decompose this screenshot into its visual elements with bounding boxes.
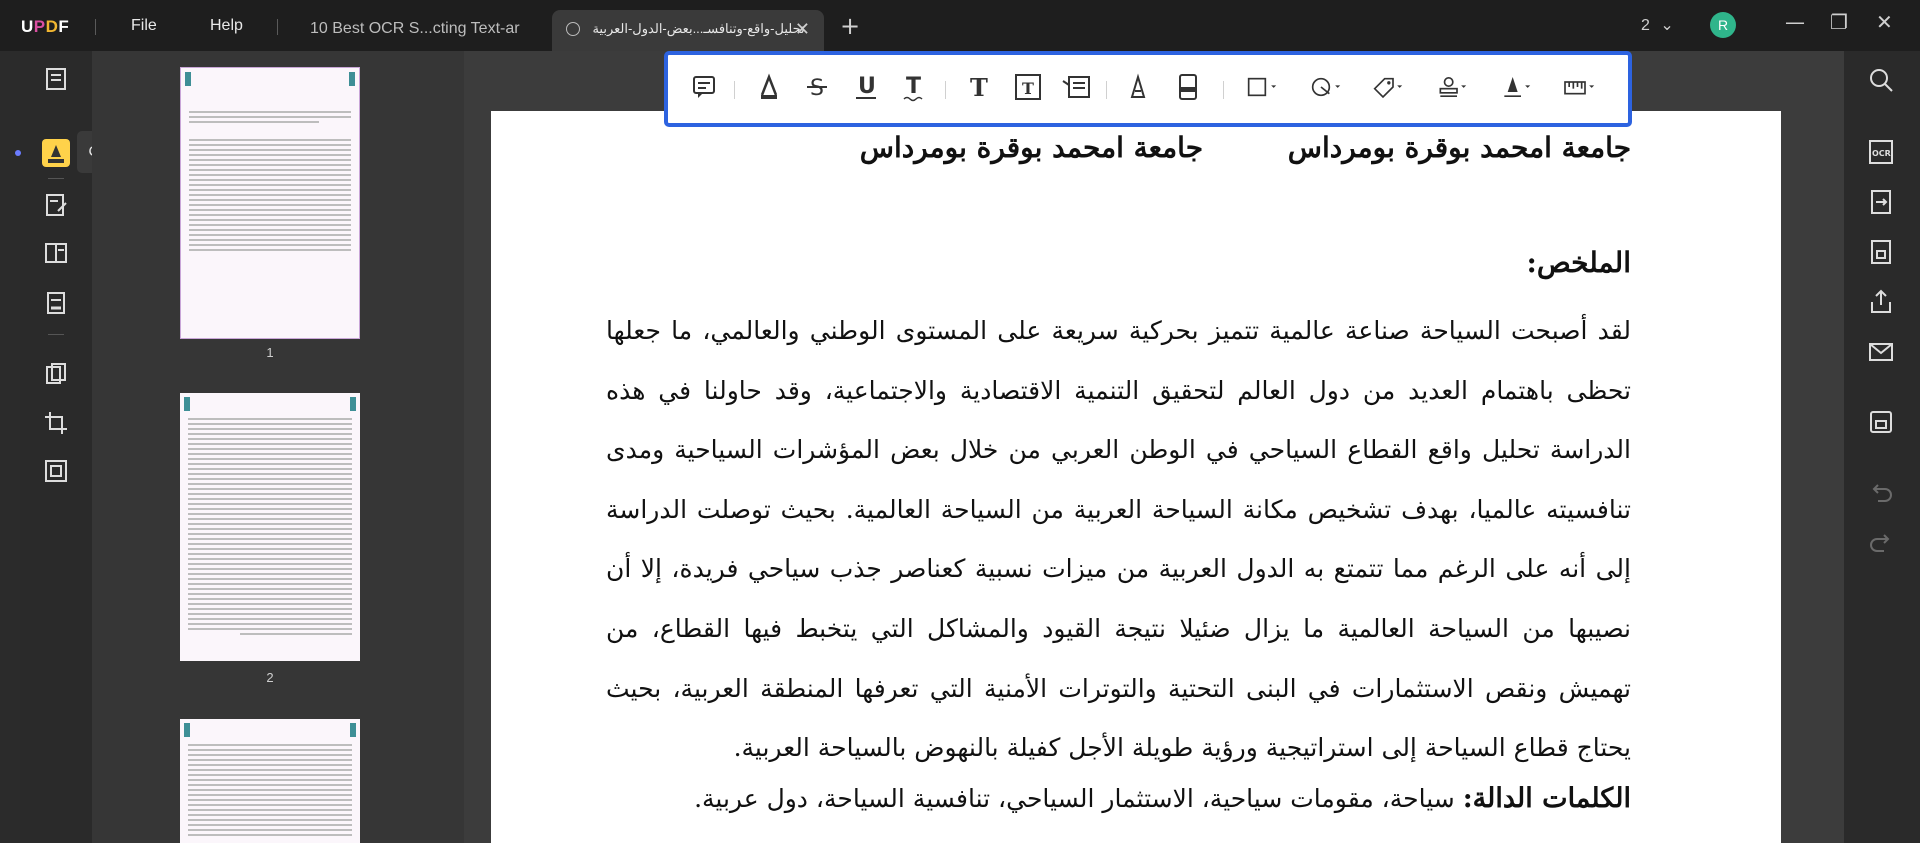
email-icon[interactable] [1866,337,1896,367]
measure-dropdown-icon[interactable] [1560,69,1608,105]
convert-pdf-icon[interactable] [1866,187,1896,217]
form-icon[interactable] [42,239,70,267]
svg-text:S: S [810,76,824,101]
pdf-page: جامعة امحمد بوقرة بومرداس جامعة امحمد بو… [491,111,1781,843]
keywords-line: الكلمات الدالة: سياحة، مقومات سياحية، ال… [694,783,1631,814]
avatar[interactable]: R [1710,12,1736,38]
tab-label: تحليل-واقع-وتنافسـ...بعض-الدول-العربية [592,21,805,36]
share-icon[interactable] [1866,287,1896,317]
organize-pages-icon[interactable] [42,361,70,389]
chevron-down-icon: ⌄ [1660,17,1674,34]
page-thumbnail-3[interactable] [180,719,360,843]
page-tools-icon[interactable] [42,457,70,485]
strikethrough-icon[interactable]: S [797,69,837,105]
text-callout-icon[interactable] [1057,69,1097,105]
divider [1223,81,1224,99]
thumb-accent [185,72,191,86]
undo-icon[interactable] [1866,477,1896,507]
shape-dropdown-icon[interactable] [1242,69,1290,105]
divider [1106,81,1107,99]
sticker-dropdown-icon[interactable] [1368,69,1416,105]
restore-button[interactable]: ❐ [1830,10,1848,34]
divider [277,19,278,35]
thumb-accent [350,723,356,737]
eraser-icon[interactable] [1168,69,1208,105]
comment-toolbar: S U T T T [664,51,1632,127]
active-indicator [15,150,21,156]
thumbnail-panel: 1 2 [92,51,464,843]
university-name-left: جامعة امحمد بوقرة بومرداس [859,131,1203,164]
divider [48,178,64,179]
minimize-button[interactable]: — [1785,10,1805,34]
menu-help[interactable]: Help [210,17,243,35]
close-tab-icon[interactable]: ✕ [795,19,810,40]
updf-logo: UPDF [21,17,70,36]
page-thumbnail-2[interactable] [180,393,360,661]
fill-sign-icon[interactable] [42,289,70,317]
redo-icon[interactable] [1866,527,1896,557]
signature-dropdown-icon[interactable] [1496,69,1544,105]
ocr-icon[interactable]: OCR [1866,137,1896,167]
pencil-icon[interactable] [1118,69,1158,105]
new-tab-button[interactable]: + [840,12,860,40]
keywords-text: سياحة، مقومات سياحية، الاستثمار السياحي،… [694,784,1455,813]
tab-ocr-article[interactable]: 10 Best OCR S...cting Text-ar [296,10,551,51]
keywords-label: الكلمات الدالة: [1462,783,1631,814]
divider [48,334,64,335]
thumbnail-page-number: 2 [266,670,274,685]
save-icon[interactable] [1866,407,1896,437]
protect-pdf-icon[interactable] [1866,237,1896,267]
comment-tool-icon[interactable] [42,139,70,167]
page-count-dropdown[interactable]: 2 ⌄ [1641,15,1674,35]
edit-pdf-icon[interactable] [42,191,70,219]
title-bar: UPDF File Help 10 Best OCR S...cting Tex… [0,0,1920,51]
abstract-heading: الملخص: [1526,246,1631,279]
thumb-accent [184,723,190,737]
university-name-right: جامعة امحمد بوقرة بومرداس [1287,131,1631,164]
divider [945,81,946,99]
thumb-accent [350,397,356,411]
abstract-text: لقد أصبحت السياحة صناعة عالمية تتميز بحر… [606,316,1631,763]
stamp-dropdown-icon[interactable] [1432,69,1480,105]
menu-file[interactable]: File [131,17,157,35]
search-icon[interactable] [1866,65,1896,95]
highlight-icon[interactable] [749,69,789,105]
pdf-file-icon [566,21,580,36]
close-window-button[interactable]: ✕ [1876,10,1893,34]
right-toolbar: OCR [1844,51,1920,843]
reader-mode-icon[interactable] [42,65,70,93]
svg-text:T: T [1022,79,1034,98]
svg-text:T: T [906,74,921,99]
text-icon[interactable]: T [959,69,999,105]
svg-text:OCR: OCR [1872,149,1891,158]
thumbnail-page-number: 1 [266,345,274,360]
thumb-accent [184,397,190,411]
page-count: 2 [1641,17,1650,34]
tab-arabic-document[interactable]: تحليل-واقع-وتنافسـ...بعض-الدول-العربية ✕ [552,10,824,51]
underline-icon[interactable]: U [846,69,886,105]
tab-label: 10 Best OCR S...cting Text-ar [310,20,520,37]
area-shape-dropdown-icon[interactable] [1306,69,1354,105]
note-comment-icon[interactable] [684,69,724,105]
crop-icon[interactable] [42,409,70,437]
svg-text:U: U [858,74,876,99]
thumb-accent [349,72,355,86]
text-box-icon[interactable]: T [1008,69,1048,105]
svg-text:T: T [970,73,988,102]
page-thumbnail-1[interactable] [180,67,360,339]
squiggly-underline-icon[interactable]: T [894,69,934,105]
divider [95,19,96,35]
divider [734,81,735,99]
